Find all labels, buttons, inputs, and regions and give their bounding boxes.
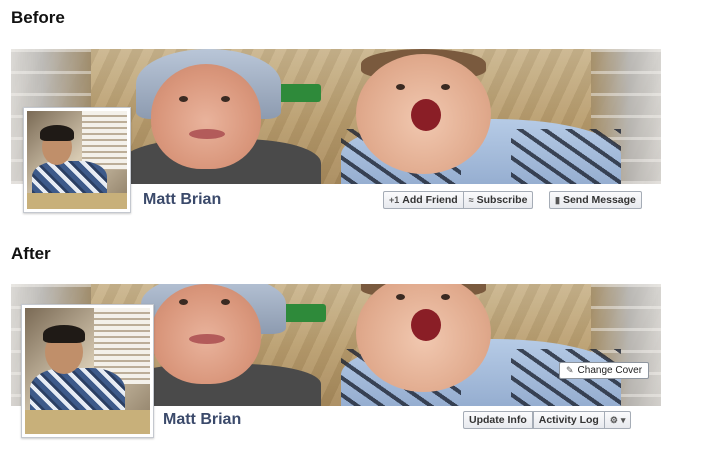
update-info-button[interactable]: Update Info (463, 411, 533, 429)
subscribe-button[interactable]: ≈ Subscribe (463, 191, 534, 209)
change-cover-button[interactable]: ✎ Change Cover (559, 362, 650, 379)
caret-down-icon: ▾ (620, 415, 626, 425)
pencil-icon: ✎ (566, 365, 574, 375)
after-owner-button-group: Update Info Activity Log ⚙ ▾ (463, 411, 632, 429)
gear-icon: ⚙ (609, 415, 618, 425)
before-profile-name[interactable]: Matt Brian (143, 191, 221, 209)
update-info-label: Update Info (469, 414, 527, 426)
after-profile-picture[interactable] (21, 304, 154, 438)
change-cover-label: Change Cover (577, 365, 643, 376)
message-icon: ▮ (555, 195, 560, 205)
add-friend-button[interactable]: +1 Add Friend (383, 191, 464, 209)
add-friend-icon: +1 (389, 195, 400, 205)
subscribe-label: Subscribe (476, 194, 528, 206)
rss-icon: ≈ (468, 195, 474, 205)
add-friend-label: Add Friend (402, 194, 458, 206)
send-message-button[interactable]: ▮ Send Message (549, 191, 642, 209)
after-profile-name[interactable]: Matt Brian (163, 411, 241, 429)
before-friend-button-group: +1 Add Friend ≈ Subscribe (383, 191, 534, 209)
before-profile-picture[interactable] (23, 107, 131, 213)
send-message-label: Send Message (562, 194, 636, 206)
before-heading: Before (11, 8, 65, 27)
after-heading: After (11, 244, 51, 263)
activity-log-label: Activity Log (538, 414, 599, 426)
settings-dropdown-button[interactable]: ⚙ ▾ (604, 411, 632, 429)
activity-log-button[interactable]: Activity Log (532, 411, 605, 429)
